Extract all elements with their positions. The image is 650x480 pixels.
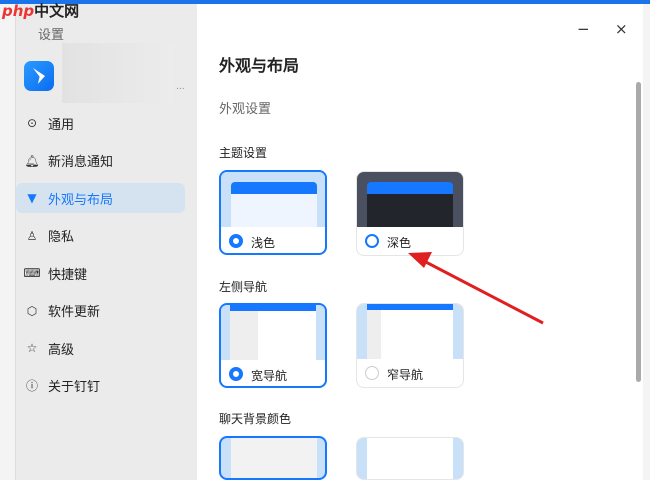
watermark-logo: php中文网	[2, 2, 80, 20]
red-annotation-arrow	[408, 252, 544, 325]
